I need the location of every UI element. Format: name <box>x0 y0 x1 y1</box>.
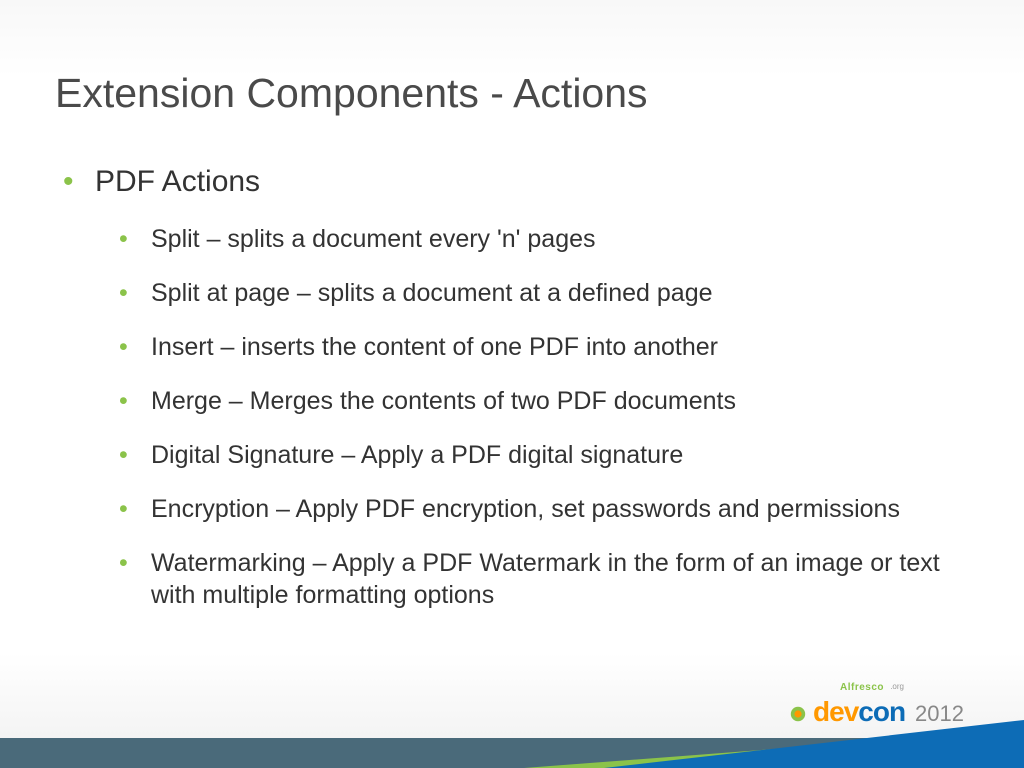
logo-alfresco-text: Alfresco <box>840 682 884 693</box>
list-item: Digital Signature – Apply a PDF digital … <box>119 439 969 471</box>
slide-container: Extension Components - Actions PDF Actio… <box>0 0 1024 768</box>
section-label: PDF Actions <box>95 165 260 198</box>
bullet-list-level2: Split – splits a document every 'n' page… <box>95 223 969 611</box>
list-item: Watermarking – Apply a PDF Watermark in … <box>119 547 969 611</box>
footer-accent-blue <box>604 720 1024 768</box>
list-item: Split at page – splits a document at a d… <box>119 277 969 309</box>
list-item: Merge – Merges the contents of two PDF d… <box>119 385 969 417</box>
bullet-list-level1: PDF Actions Split – splits a document ev… <box>55 165 969 611</box>
section-item: PDF Actions Split – splits a document ev… <box>63 165 969 611</box>
list-item: Encryption – Apply PDF encryption, set p… <box>119 493 969 525</box>
logo-org-text: .org <box>890 682 904 691</box>
list-item: Split – splits a document every 'n' page… <box>119 223 969 255</box>
list-item: Insert – inserts the content of one PDF … <box>119 331 969 363</box>
slide-title: Extension Components - Actions <box>55 70 969 117</box>
